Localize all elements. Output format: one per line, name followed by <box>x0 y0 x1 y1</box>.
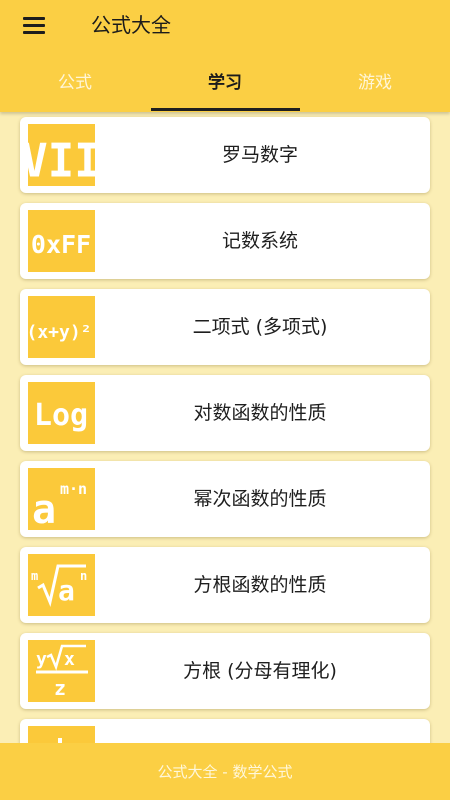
power-icon-glyph: a m·n <box>32 480 87 530</box>
svg-text:m: m <box>31 569 38 583</box>
list-item-partial[interactable] <box>20 719 430 743</box>
svg-text:a: a <box>58 574 75 607</box>
item-label: 幂次函数的性质 <box>193 488 327 510</box>
svg-text:m·n: m·n <box>60 480 87 498</box>
list-item-rationalize[interactable]: y x z 方根 (分母有理化) <box>20 633 430 709</box>
item-label: 二项式 (多项式) <box>192 316 328 338</box>
svg-text:a: a <box>32 487 56 530</box>
svg-text:z: z <box>54 676 66 700</box>
binomial-icon: (x+y)² <box>28 296 95 358</box>
tab-games[interactable]: 游戏 <box>300 58 450 112</box>
item-label: 罗马数字 <box>221 144 298 166</box>
root-icon: m a n <box>28 554 95 616</box>
list-item-number-systems[interactable]: 0xFF 记数系统 <box>20 203 430 279</box>
power-icon: a m·n <box>28 468 95 530</box>
svg-text:n: n <box>80 569 87 583</box>
item-label: 记数系统 <box>221 230 298 252</box>
rationalize-icon-glyph: y x z <box>36 644 88 700</box>
app-bar: 公式大全 公式 学习 游戏 <box>0 0 450 112</box>
svg-text:y: y <box>36 649 47 670</box>
log-icon-text: Log <box>34 398 88 433</box>
item-label: 方根 (分母有理化) <box>183 660 337 682</box>
list-item-binomial[interactable]: (x+y)² 二项式 (多项式) <box>20 289 430 365</box>
tab-bar: 公式 学习 游戏 <box>0 58 450 112</box>
item-label: 方根函数的性质 <box>193 574 327 596</box>
tab-indicator <box>151 108 300 111</box>
rationalize-icon: y x z <box>28 640 95 702</box>
list-item-root[interactable]: m a n 方根函数的性质 <box>20 547 430 623</box>
footer-text: 公式大全 - 数学公式 <box>157 763 293 781</box>
svg-text:x: x <box>64 649 75 670</box>
item-label <box>100 719 420 743</box>
tab-study[interactable]: 学习 <box>150 58 300 112</box>
list-item-power[interactable]: a m·n 幂次函数的性质 <box>20 461 430 537</box>
roman-numeral-icon: VII <box>28 124 95 186</box>
list-item-logarithm[interactable]: Log 对数函数的性质 <box>20 375 430 451</box>
tab-formulas[interactable]: 公式 <box>0 58 150 112</box>
list-item-roman-numerals[interactable]: VII 罗马数字 <box>20 117 430 193</box>
footer-banner: 公式大全 - 数学公式 <box>0 743 450 800</box>
item-label: 对数函数的性质 <box>193 402 327 424</box>
app-title: 公式大全 <box>91 13 171 37</box>
roman-icon-text: VII <box>28 133 95 186</box>
hex-number-icon: 0xFF <box>28 210 95 272</box>
logarithm-icon: Log <box>28 382 95 444</box>
root-icon-glyph: m a n <box>31 564 87 607</box>
binomial-icon-text: (x+y)² <box>28 322 92 343</box>
partial-item-icon <box>28 726 95 743</box>
menu-icon[interactable] <box>17 11 53 41</box>
topic-list[interactable]: VII 罗马数字 0xFF 记数系统 (x+y)² 二项式 (多项式) Log … <box>0 112 450 743</box>
hex-icon-text: 0xFF <box>31 230 91 259</box>
